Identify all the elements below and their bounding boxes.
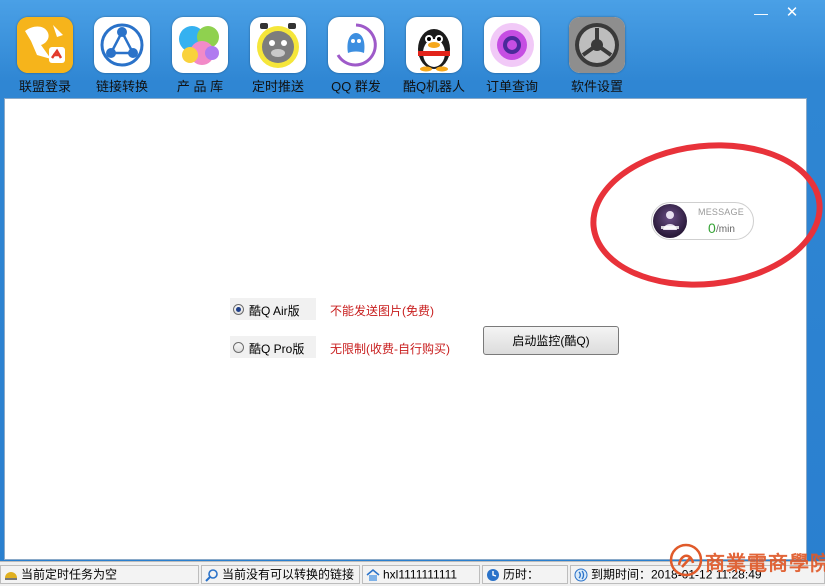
tool-label: 联盟登录 bbox=[18, 79, 71, 94]
status-elapsed: 历时： bbox=[482, 565, 568, 584]
option-note: 不能发送图片(免费) bbox=[330, 304, 434, 318]
tool-coolq-robot[interactable]: 酷Q机器人 bbox=[395, 16, 473, 96]
close-button[interactable]: ✕ bbox=[778, 4, 806, 24]
tool-order-query[interactable]: 订单查询 bbox=[473, 16, 551, 96]
option-box: 酷Q Air版 bbox=[230, 298, 316, 320]
link-search-icon bbox=[205, 569, 218, 582]
qq-chat-icon bbox=[328, 17, 384, 73]
tool-product-library[interactable]: 产 品 库 bbox=[161, 16, 239, 96]
option-box: 酷Q Pro版 bbox=[230, 336, 316, 358]
home-icon bbox=[366, 568, 380, 581]
watermark-logo-icon bbox=[669, 543, 703, 577]
tool-timed-push[interactable]: 定时推送 bbox=[239, 16, 317, 96]
tool-label: QQ 群发 bbox=[331, 79, 381, 94]
alarm-clock-icon bbox=[250, 17, 306, 73]
signal-icon bbox=[574, 568, 588, 582]
tool-alliance-login[interactable]: 联盟登录 bbox=[6, 16, 84, 96]
tool-settings[interactable]: 软件设置 bbox=[558, 16, 636, 96]
option-label: 酷Q Air版 bbox=[249, 304, 300, 318]
tool-qq-broadcast[interactable]: QQ 群发 bbox=[317, 16, 395, 96]
radio-unselected-icon[interactable] bbox=[233, 342, 244, 353]
status-task: 当前定时任务为空 bbox=[0, 565, 199, 584]
status-user: hxl1111111111 bbox=[362, 565, 480, 584]
tool-label: 链接转换 bbox=[95, 79, 148, 94]
purple-circle-icon bbox=[484, 17, 540, 73]
status-user-text: hxl1111111111 bbox=[383, 567, 458, 582]
clock-icon bbox=[487, 568, 499, 581]
radio-selected-icon[interactable] bbox=[233, 304, 244, 315]
status-link-text: 当前没有可以转换的链接 bbox=[222, 567, 355, 582]
qq-penguin-icon bbox=[406, 17, 462, 73]
kangaroo-logo-icon bbox=[17, 17, 73, 73]
status-link: 当前没有可以转换的链接 bbox=[201, 565, 360, 584]
app-window: — ✕ 联盟登录 链接转换 产 品 库 定时推送 QQ 群发 酷Q机器人 订单查… bbox=[0, 0, 825, 586]
tool-label: 软件设置 bbox=[570, 79, 623, 94]
watermark: 商業電商學院 bbox=[669, 543, 825, 583]
settings-dial-icon bbox=[569, 17, 625, 73]
option-note: 无限制(收费-自行购买) bbox=[330, 342, 450, 356]
task-icon bbox=[5, 571, 17, 580]
toolbar: 联盟登录 链接转换 产 品 库 定时推送 QQ 群发 酷Q机器人 订单查询 软件… bbox=[6, 16, 646, 96]
bubbles-icon bbox=[172, 17, 228, 73]
option-label: 酷Q Pro版 bbox=[249, 342, 305, 356]
tool-label: 定时推送 bbox=[251, 79, 304, 94]
minimize-button[interactable]: — bbox=[748, 4, 774, 24]
status-task-text: 当前定时任务为空 bbox=[21, 567, 118, 582]
watermark-text: 商業電商學院 bbox=[705, 551, 825, 575]
tool-label: 产 品 库 bbox=[176, 79, 224, 94]
tool-label: 订单查询 bbox=[485, 79, 538, 94]
tool-label: 酷Q机器人 bbox=[402, 79, 466, 94]
tool-link-convert[interactable]: 链接转换 bbox=[83, 16, 161, 96]
status-elapsed-text: 历时： bbox=[503, 567, 540, 582]
share-link-icon bbox=[94, 17, 150, 73]
start-monitor-button[interactable]: 启动监控(酷Q) bbox=[483, 326, 619, 355]
